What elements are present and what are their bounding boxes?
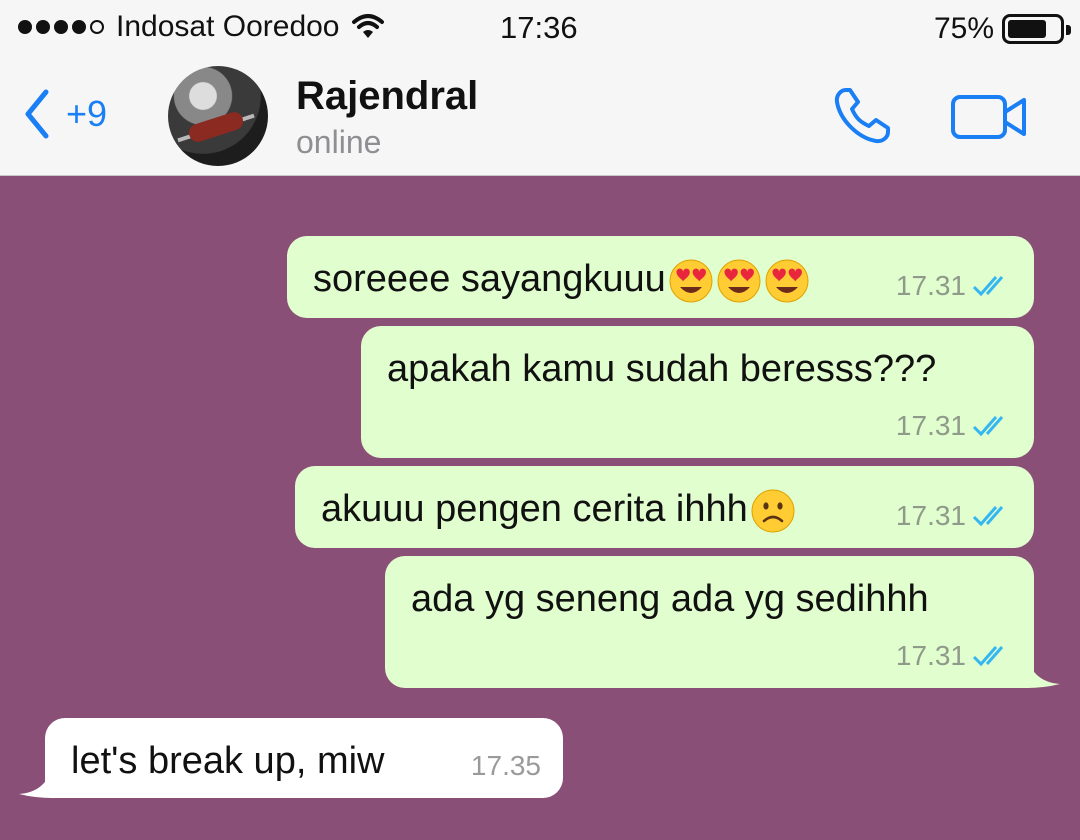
message-meta: 17.31 (896, 270, 1012, 302)
message-text: let's break up, miw (71, 740, 385, 782)
phone-icon[interactable] (832, 86, 894, 146)
message-bubble-outgoing[interactable]: soreeee sayangkuuu 17.31 (287, 236, 1034, 318)
message-meta: 17.31 (896, 410, 1012, 442)
message-bubble-outgoing[interactable]: ada yg seneng ada yg sedihhh 17.31 (385, 556, 1060, 688)
contact-name[interactable]: Rajendral (296, 74, 478, 119)
message-time: 17.31 (895, 270, 966, 301)
message-time: 17.31 (895, 640, 966, 671)
message-meta: 17.35 (471, 750, 541, 782)
read-receipt-icon (972, 646, 1004, 667)
message-text: apakah kamu sudah beresss??? (387, 348, 937, 390)
carrier-info: Indosat Ooredoo (18, 10, 384, 44)
message-bubble-incoming[interactable]: let's break up, miw 17.35 (19, 718, 563, 798)
chevron-left-icon (25, 89, 49, 139)
message-bubble-outgoing[interactable]: apakah kamu sudah beresss??? 17.31 (361, 326, 1034, 458)
message-text-content: soreeee sayangkuuu (313, 258, 666, 301)
contact-status: online (296, 124, 382, 160)
battery-percent: 75% (933, 12, 994, 45)
wifi-icon (351, 14, 384, 38)
bubble-tail (1026, 654, 1060, 688)
carrier-name: Indosat Ooredoo (116, 10, 340, 43)
message-time: 17.31 (895, 410, 966, 441)
message-bubble-outgoing[interactable]: akuuu pengen cerita ihhh 17.31 (295, 466, 1034, 548)
message-text-content: akuuu pengen cerita ihhh (321, 488, 748, 531)
bubble-tail (19, 764, 53, 798)
message-text: soreeee sayangkuuu (313, 258, 810, 304)
battery-icon (1002, 14, 1071, 44)
read-receipt-icon (972, 276, 1004, 297)
avatar[interactable] (168, 66, 268, 166)
frowning-emoji-icon (751, 489, 795, 533)
message-time: 17.31 (895, 500, 966, 531)
unread-count: +9 (66, 93, 108, 134)
message-time: 17.35 (470, 750, 541, 781)
back-button[interactable]: +9 (22, 88, 107, 140)
heart-eyes-emoji-icon (765, 259, 809, 303)
read-receipt-icon (972, 506, 1004, 527)
chat-header: +9 Rajendral online (0, 58, 1080, 176)
battery-status: 75% (933, 12, 1071, 46)
message-meta: 17.31 (896, 640, 1012, 672)
clock: 17:36 (500, 10, 578, 45)
video-call-icon[interactable] (950, 92, 1028, 142)
status-bar: Indosat Ooredoo 17:36 75% (0, 0, 1080, 58)
heart-eyes-emoji-icon (717, 259, 761, 303)
heart-eyes-emoji-icon (669, 259, 713, 303)
message-text: ada yg seneng ada yg sedihhh (411, 578, 929, 620)
chat-area[interactable]: soreeee sayangkuuu 17.31 apakah kamu sud… (0, 176, 1080, 840)
message-meta: 17.31 (896, 500, 1012, 532)
read-receipt-icon (972, 416, 1004, 437)
message-text: akuuu pengen cerita ihhh (321, 488, 796, 534)
signal-strength-icon (18, 20, 104, 34)
